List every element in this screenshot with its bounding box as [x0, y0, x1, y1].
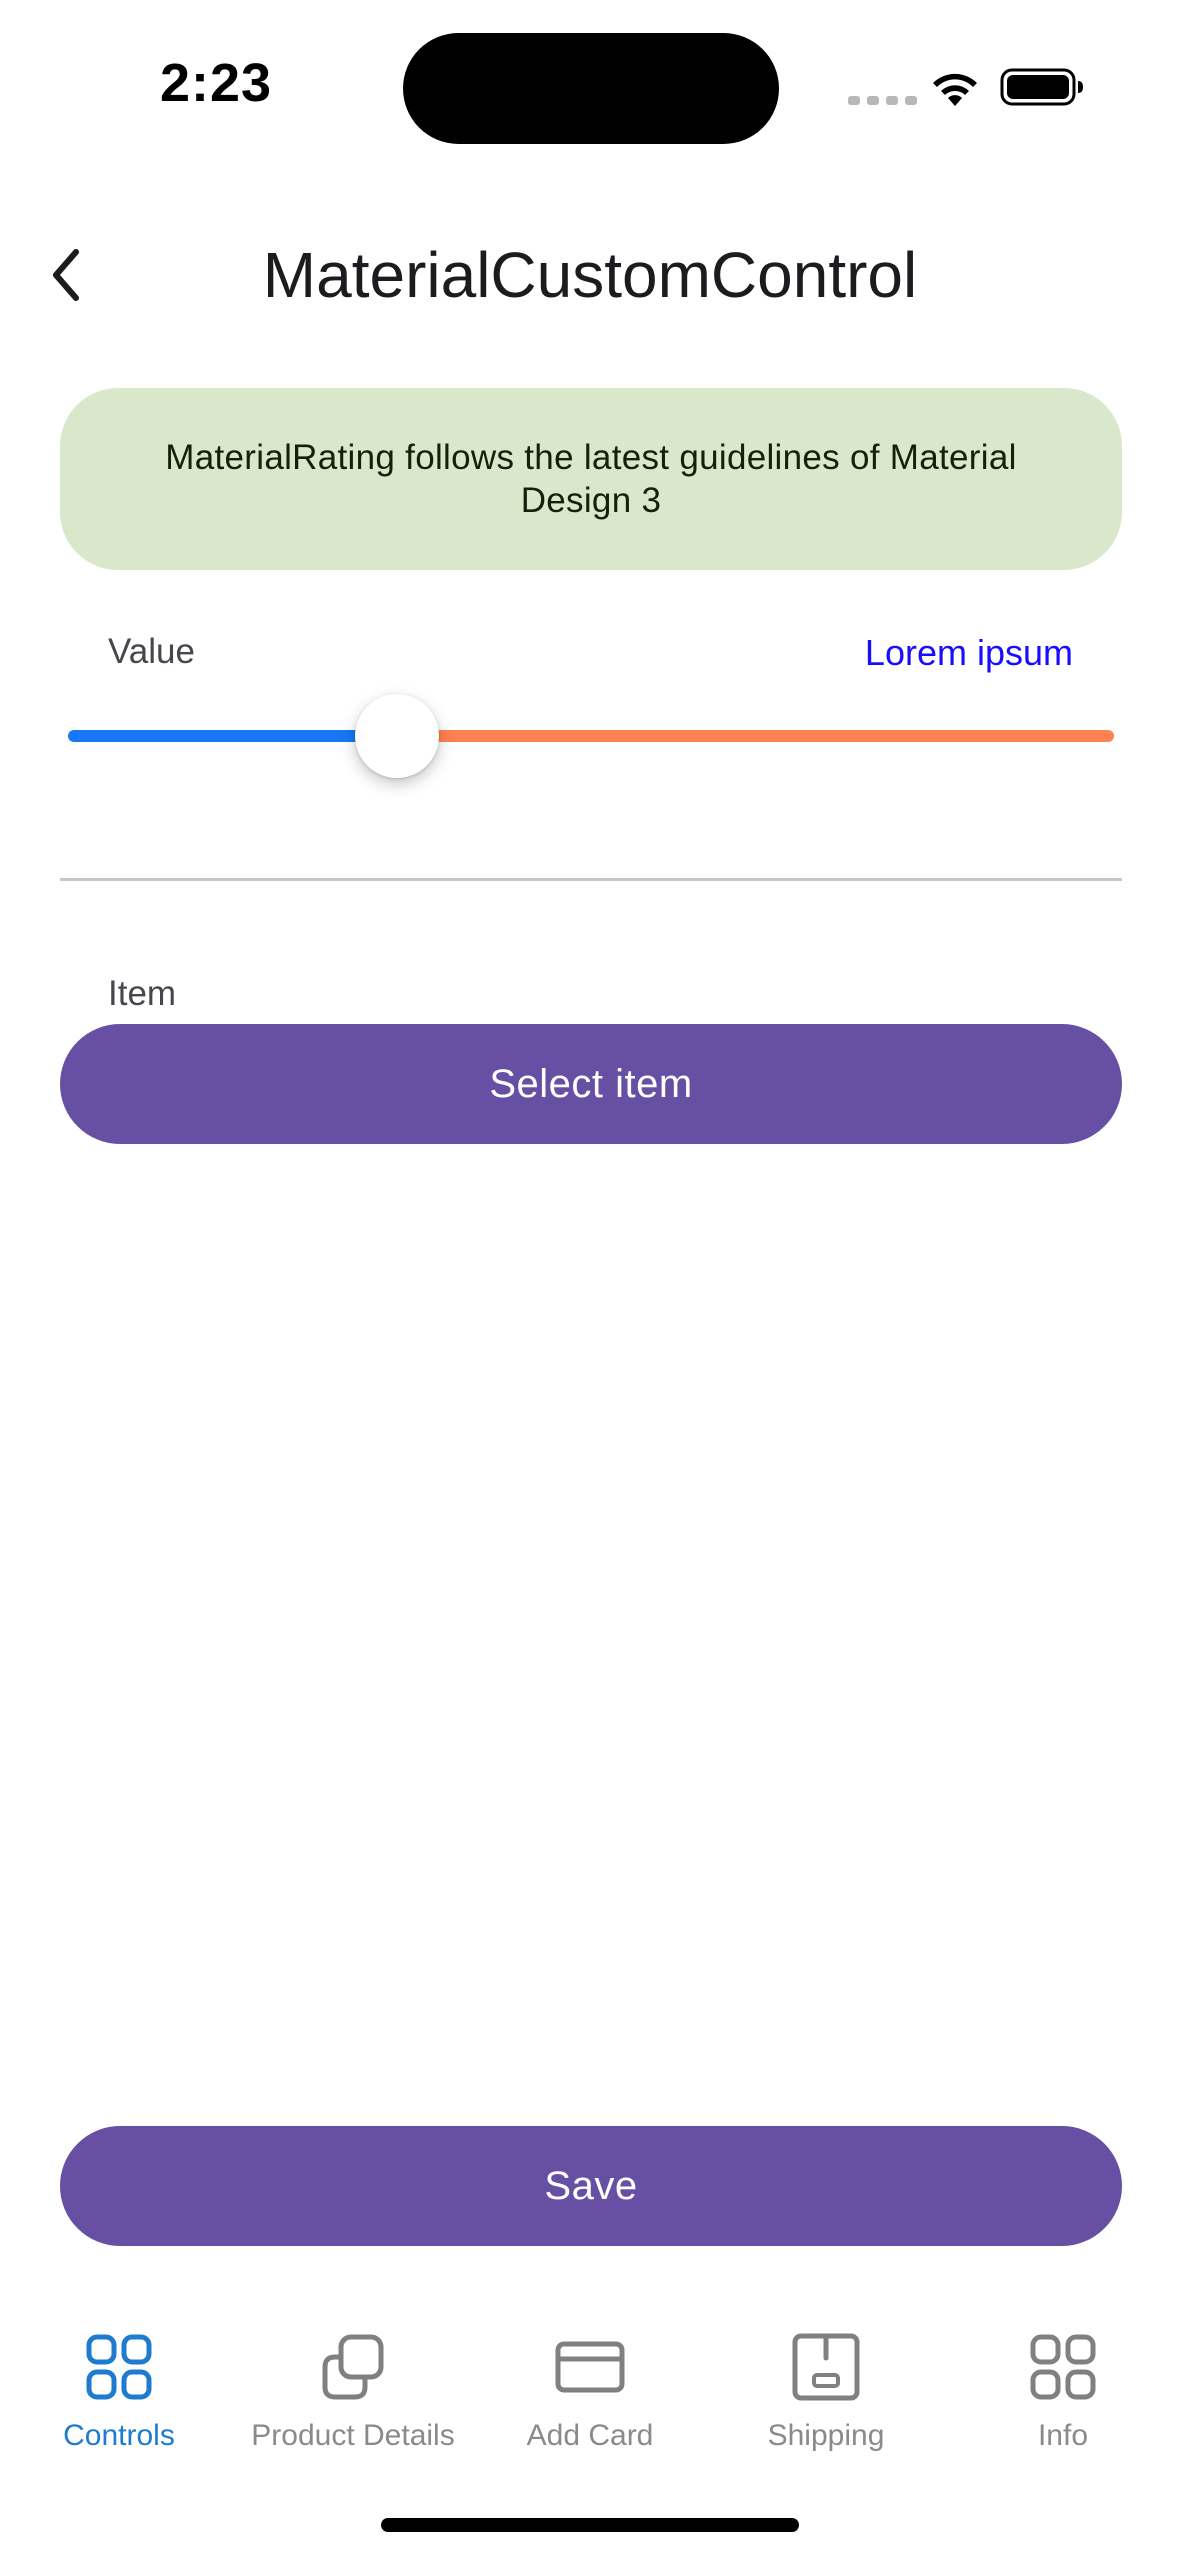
battery-icon — [1000, 68, 1083, 106]
tab-info[interactable]: Info — [943, 2316, 1179, 2466]
tab-bar: Controls Product Details Add Card Shippi… — [0, 2316, 1179, 2466]
home-indicator — [381, 2518, 799, 2532]
grid-icon — [86, 2334, 152, 2400]
copy-icon — [322, 2334, 384, 2400]
wifi-icon — [933, 73, 977, 106]
page-title: MaterialCustomControl — [262, 239, 918, 311]
tab-shipping[interactable]: Shipping — [706, 2316, 946, 2466]
box-icon — [792, 2333, 860, 2401]
info-banner: MaterialRating follows the latest guidel… — [60, 388, 1122, 570]
grid-icon — [1030, 2334, 1096, 2400]
tab-label: Add Card — [526, 2419, 654, 2452]
tab-label: Shipping — [767, 2419, 885, 2452]
slider-track-active — [68, 730, 391, 742]
tab-label: Product Details — [251, 2419, 455, 2452]
info-banner-text: MaterialRating follows the latest guidel… — [165, 438, 1017, 520]
item-label: Item — [108, 974, 177, 1013]
status-time: 2:23 — [160, 53, 273, 113]
dynamic-island — [403, 33, 779, 144]
status-bar: 2:23 — [0, 0, 1179, 170]
value-aux-text: Lorem ipsum — [864, 632, 1073, 673]
value-label: Value — [108, 632, 195, 671]
divider — [60, 878, 1122, 881]
tab-label: Info — [1037, 2419, 1089, 2452]
select-item-button[interactable]: Select item — [60, 1024, 1122, 1144]
back-icon[interactable] — [44, 244, 92, 306]
tab-product-details[interactable]: Product Details — [233, 2316, 473, 2466]
save-button[interactable]: Save — [60, 2126, 1122, 2246]
cellular-signal-icon — [848, 96, 917, 105]
slider-track-inactive — [425, 730, 1114, 742]
tab-label: Controls — [63, 2419, 175, 2452]
credit-card-icon — [555, 2341, 625, 2393]
slider-thumb[interactable] — [355, 694, 439, 778]
value-slider[interactable] — [68, 692, 1114, 780]
tab-controls[interactable]: Controls — [0, 2316, 239, 2466]
tab-add-card[interactable]: Add Card — [470, 2316, 710, 2466]
